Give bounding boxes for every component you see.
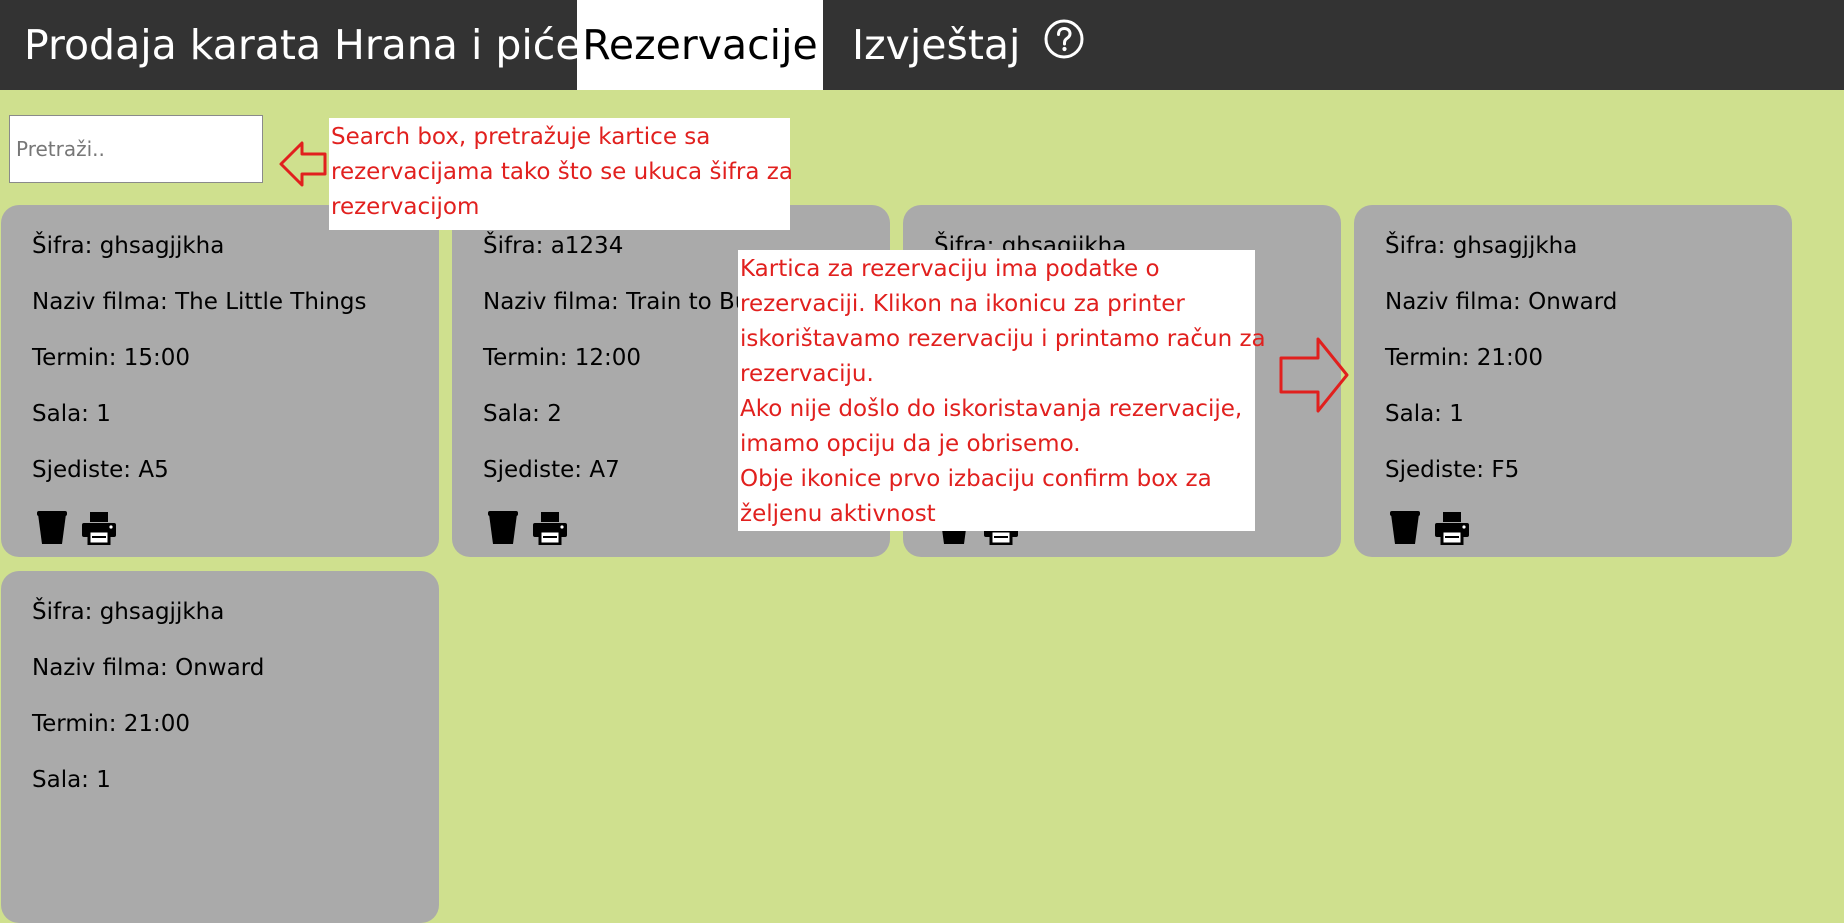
reservation-code: Šifra: ghsagjjkha <box>1385 233 1578 259</box>
annotation-line: Search box, pretražuje kartice sa <box>331 124 711 150</box>
reservation-movie: Naziv filma: Onward <box>1385 289 1618 315</box>
tab-prodaja-karata[interactable]: Prodaja karata <box>24 0 321 90</box>
reservation-time: Termin: 21:00 <box>32 711 191 737</box>
annotation-line: rezervaciji. Klikon na ikonicu za printe… <box>740 291 1185 317</box>
reservation-code: Šifra: ghsagjjkha <box>32 599 225 625</box>
annotation-line: imamo opciju da je obrisemo. <box>740 431 1081 457</box>
reservation-card: Šifra: ghsagjjkha Naziv filma: Onward Te… <box>1 571 439 923</box>
annotation-line: Obje ikonice prvo izbaciju confirm box z… <box>740 466 1212 492</box>
trash-icon[interactable] <box>1390 511 1424 545</box>
annotation-line: Kartica za rezervaciju ima podatke o <box>740 256 1160 282</box>
annotation-line: iskorištavamo rezervaciju i printamo rač… <box>740 326 1266 352</box>
top-navbar: Prodaja karata Hrana i piće Rezervacije … <box>0 0 1844 90</box>
reservation-hall: Sala: 1 <box>32 401 111 427</box>
left-arrow-annotation <box>279 141 327 187</box>
reservation-hall: Sala: 2 <box>483 401 562 427</box>
reservation-card: Šifra: ghsagjjkha Naziv filma: The Littl… <box>1 205 439 557</box>
reservation-card: Šifra: ghsagjjkha Naziv filma: Onward Te… <box>1354 205 1792 557</box>
tab-rezervacije[interactable]: Rezervacije <box>577 0 823 90</box>
reservation-time: Termin: 12:00 <box>483 345 642 371</box>
printer-icon[interactable] <box>1435 511 1469 545</box>
annotation-line: rezervacijom <box>331 194 480 220</box>
annotation-line: željenu aktivnost <box>740 501 936 527</box>
annotation-line: rezervaciju. <box>740 361 874 387</box>
reservation-hall: Sala: 1 <box>32 767 111 793</box>
reservation-time: Termin: 21:00 <box>1385 345 1544 371</box>
search-annotation: Search box, pretražuje kartice sa rezerv… <box>329 118 793 230</box>
trash-icon[interactable] <box>37 511 71 545</box>
reservation-seat: Sjediste: A5 <box>32 457 169 483</box>
question-circle-icon[interactable] <box>1044 19 1084 59</box>
tab-hrana-i-pice[interactable]: Hrana i piće <box>334 0 581 90</box>
reservation-code: Šifra: ghsagjjkha <box>32 233 225 259</box>
annotation-line: Ako nije došlo do iskoristavanja rezerva… <box>740 396 1243 422</box>
reservation-movie: Naziv filma: The Little Things <box>32 289 367 315</box>
reservation-hall: Sala: 1 <box>1385 401 1464 427</box>
printer-icon[interactable] <box>82 511 116 545</box>
annotation-line: rezervacijama tako što se ukuca šifra za <box>331 159 793 185</box>
reservation-movie: Naziv filma: Onward <box>32 655 265 681</box>
reservation-time: Termin: 15:00 <box>32 345 191 371</box>
right-arrow-annotation <box>1279 337 1349 413</box>
tab-izvjestaj[interactable]: Izvještaj <box>852 0 1020 90</box>
reservation-seat: Sjediste: A7 <box>483 457 620 483</box>
trash-icon[interactable] <box>488 511 522 545</box>
card-annotation: Kartica za rezervaciju ima podatke o rez… <box>738 250 1266 531</box>
search-input[interactable] <box>9 115 263 183</box>
reservation-code: Šifra: a1234 <box>483 233 624 259</box>
reservation-seat: Sjediste: F5 <box>1385 457 1520 483</box>
printer-icon[interactable] <box>533 511 567 545</box>
